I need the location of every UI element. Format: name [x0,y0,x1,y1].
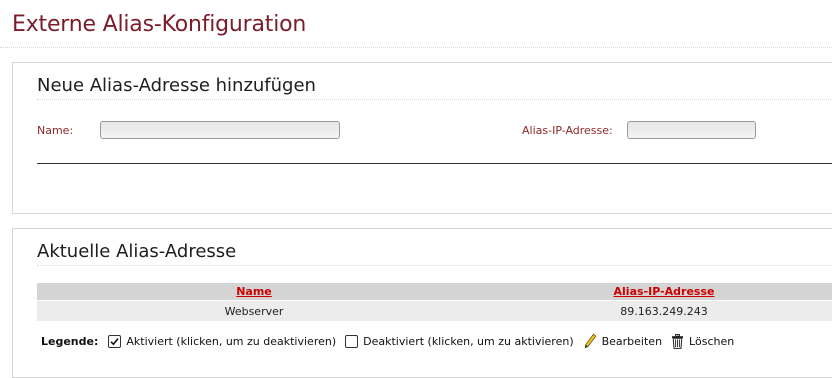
sort-by-alias-ip-link[interactable]: Alias-IP-Adresse [614,285,715,298]
name-label: Name: [37,124,74,137]
legend-item-deactivated[interactable]: Deaktiviert (klicken, um zu aktivieren) [345,334,574,348]
alias-table: Name Alias-IP-Adresse Webserver 89.163.2… [37,283,832,321]
checkbox-checked-icon[interactable] [108,334,122,348]
sort-by-name-link[interactable]: Name [236,285,272,298]
heading-divider [37,99,832,100]
legend-item-edit[interactable]: Bearbeiten [583,333,662,349]
column-header-alias-ip: Alias-IP-Adresse [471,283,832,301]
legend-item-activated[interactable]: Aktiviert (klicken, um zu deaktivieren) [108,334,337,348]
add-alias-heading: Neue Alias-Adresse hinzufügen [37,75,316,96]
legend-activated-label: Aktiviert (klicken, um zu deaktivieren) [126,334,337,348]
current-alias-panel: Aktuelle Alias-Adresse Name Alias-IP-Adr… [12,228,832,378]
table-row[interactable]: Webserver 89.163.249.243 [37,300,832,321]
pencil-icon[interactable] [583,333,597,349]
column-header-name: Name [37,283,471,301]
trash-icon[interactable] [671,333,684,349]
legend-deactivated-label: Deaktiviert (klicken, um zu aktivieren) [363,334,574,348]
legend-title: Legende: [41,334,99,348]
form-divider [37,163,832,164]
legend-delete-label: Löschen [689,334,735,348]
table-header-row: Name Alias-IP-Adresse [37,283,832,301]
checkbox-empty-icon[interactable] [345,334,359,348]
legend-edit-label: Bearbeiten [601,334,663,348]
add-alias-panel: Neue Alias-Adresse hinzufügen Name: Alia… [12,62,832,214]
alias-name-cell: Webserver [37,300,471,321]
legend: Legende: Aktiviert (klicken, um zu deakt… [41,333,743,349]
title-divider [0,47,832,48]
legend-item-delete[interactable]: Löschen [671,333,735,349]
alias-ip-label: Alias-IP-Adresse: [522,124,613,137]
alias-ip-cell: 89.163.249.243 [471,300,832,321]
name-input[interactable] [100,121,340,139]
heading-divider [37,265,832,266]
page-title: Externe Alias-Konfiguration [12,12,307,37]
current-alias-heading: Aktuelle Alias-Adresse [37,241,237,262]
alias-ip-input[interactable] [627,121,756,139]
